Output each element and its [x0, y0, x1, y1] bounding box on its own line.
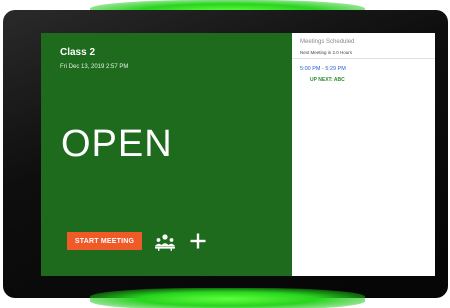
start-meeting-button[interactable]: START MEETING	[67, 232, 142, 250]
people-icon[interactable]	[154, 233, 176, 251]
room-status-text: OPEN	[61, 123, 173, 165]
room-screen: Class 2 Fri Dec 13, 2019 2:57 PM OPEN ST…	[41, 33, 435, 276]
schedule-title: Meetings Scheduled	[300, 39, 355, 45]
meeting-time-range[interactable]: 5:00 PM - 5:29 PM	[300, 66, 346, 72]
plus-icon[interactable]	[189, 232, 207, 250]
next-meeting-info: Next Meeting in 2.0 Hours	[300, 50, 353, 55]
led-light-bar-bottom	[90, 288, 365, 308]
schedule-panel: Meetings Scheduled Next Meeting in 2.0 H…	[292, 33, 435, 276]
schedule-divider	[292, 58, 435, 59]
room-display-device: Class 2 Fri Dec 13, 2019 2:57 PM OPEN ST…	[0, 0, 450, 308]
current-datetime: Fri Dec 13, 2019 2:57 PM	[60, 64, 129, 70]
room-status-panel: Class 2 Fri Dec 13, 2019 2:57 PM OPEN ST…	[41, 33, 292, 276]
up-next-label: UP NEXT: ABC	[310, 77, 345, 83]
room-name: Class 2	[60, 47, 96, 58]
